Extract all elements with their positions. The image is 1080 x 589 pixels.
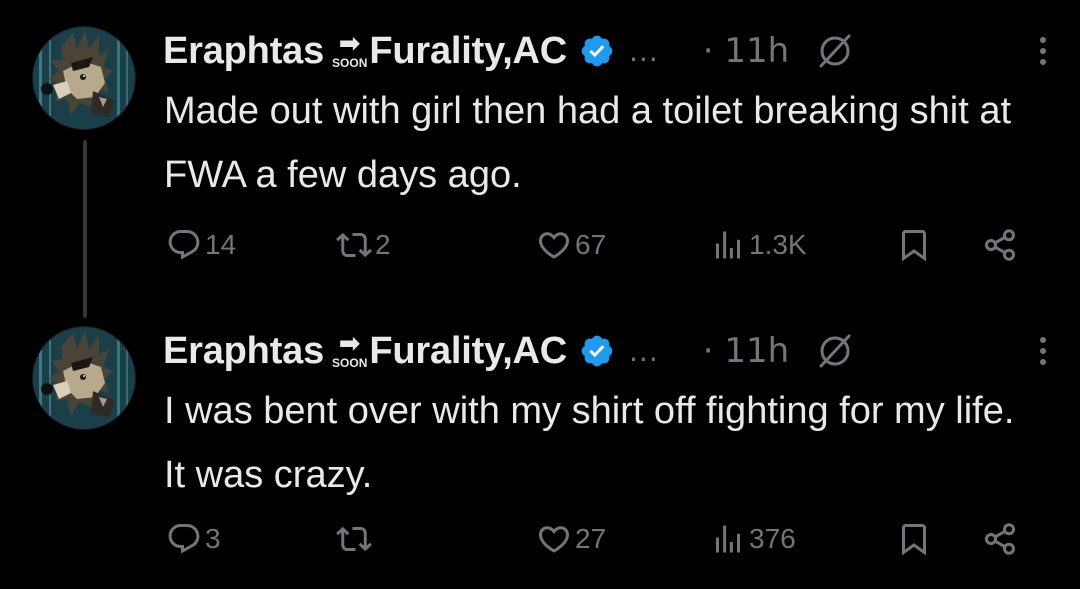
time-separator: · [702,331,714,371]
author-avatar[interactable] [33,327,135,429]
share-button[interactable] [982,222,1018,268]
grok-icon[interactable] [815,331,855,371]
action-bar: 14 2 67 1.3K [166,222,1036,268]
bookmark-icon [902,230,926,262]
tweet-header: Eraphtas ➡ SOON Furality,AC ... · 11h [163,26,1053,76]
like-count: 27 [575,523,607,554]
repost-button[interactable] [336,516,375,562]
tweet-text: I was bent over with my shirt off fighti… [164,390,1015,496]
bookmark-icon [902,524,926,556]
name-overflow: ... [629,34,659,68]
soon-label: SOON [332,56,368,70]
timestamp[interactable]: · 11h [703,31,789,71]
avatar-image [33,27,135,129]
grok-icon[interactable] [815,31,855,71]
author-name[interactable]: Eraphtas [163,30,324,73]
action-bar: 3 27 376 [166,516,1036,562]
name-emoji-soon-arrow: ➡ SOON [332,26,367,76]
verified-badge-icon[interactable] [579,33,615,69]
reply-count: 14 [205,229,237,260]
like-button[interactable]: 27 [536,516,606,562]
time-separator: · [702,31,714,71]
time-value: 11h [724,331,790,371]
repost-count: 2 [375,229,391,260]
more-vertical-icon[interactable] [1033,31,1053,71]
reply-button[interactable]: 14 [166,222,236,268]
name-overflow: ... [629,334,659,368]
views-count: 376 [749,523,796,554]
author-avatar[interactable] [33,27,135,129]
arrow-right-icon: ➡ [338,329,361,359]
timestamp[interactable]: · 11h [703,331,789,371]
share-icon [985,229,1015,261]
time-value: 11h [724,31,790,71]
tweet[interactable]: Eraphtas ➡ SOON Furality,AC ... · 11h [0,300,1080,589]
views-button[interactable]: 1.3K [710,222,807,268]
bookmark-button[interactable] [896,222,932,268]
verified-badge-icon[interactable] [579,333,615,369]
like-count: 67 [575,229,607,260]
author-name[interactable]: Eraphtas [163,330,324,373]
share-button[interactable] [982,516,1018,562]
reply-button[interactable]: 3 [166,516,221,562]
heart-icon [538,526,570,553]
tweet[interactable]: Eraphtas ➡ SOON Furality,AC ... · 11h [0,0,1080,318]
heart-icon [538,232,570,259]
views-icon [716,231,740,259]
author-name-suffix[interactable]: Furality,AC [369,30,567,73]
views-icon [716,525,740,553]
soon-label: SOON [332,356,368,370]
like-button[interactable]: 67 [536,222,606,268]
reply-icon [168,230,200,260]
author-name-suffix[interactable]: Furality,AC [369,330,567,373]
reply-icon [168,524,200,554]
name-emoji-soon-arrow: ➡ SOON [332,326,367,376]
repost-icon [336,526,372,552]
avatar-image [33,327,135,429]
bookmark-button[interactable] [896,516,932,562]
share-icon [985,523,1015,555]
tweet-header: Eraphtas ➡ SOON Furality,AC ... · 11h [163,326,1053,376]
tweet-text: Made out with girl then had a toilet bre… [164,90,1012,196]
views-button[interactable]: 376 [710,516,796,562]
more-vertical-icon[interactable] [1033,331,1053,371]
views-count: 1.3K [749,229,807,260]
arrow-right-icon: ➡ [338,29,361,59]
thread-connector [83,140,87,318]
repost-button[interactable]: 2 [336,222,391,268]
repost-icon [336,232,372,258]
reply-count: 3 [205,523,221,554]
